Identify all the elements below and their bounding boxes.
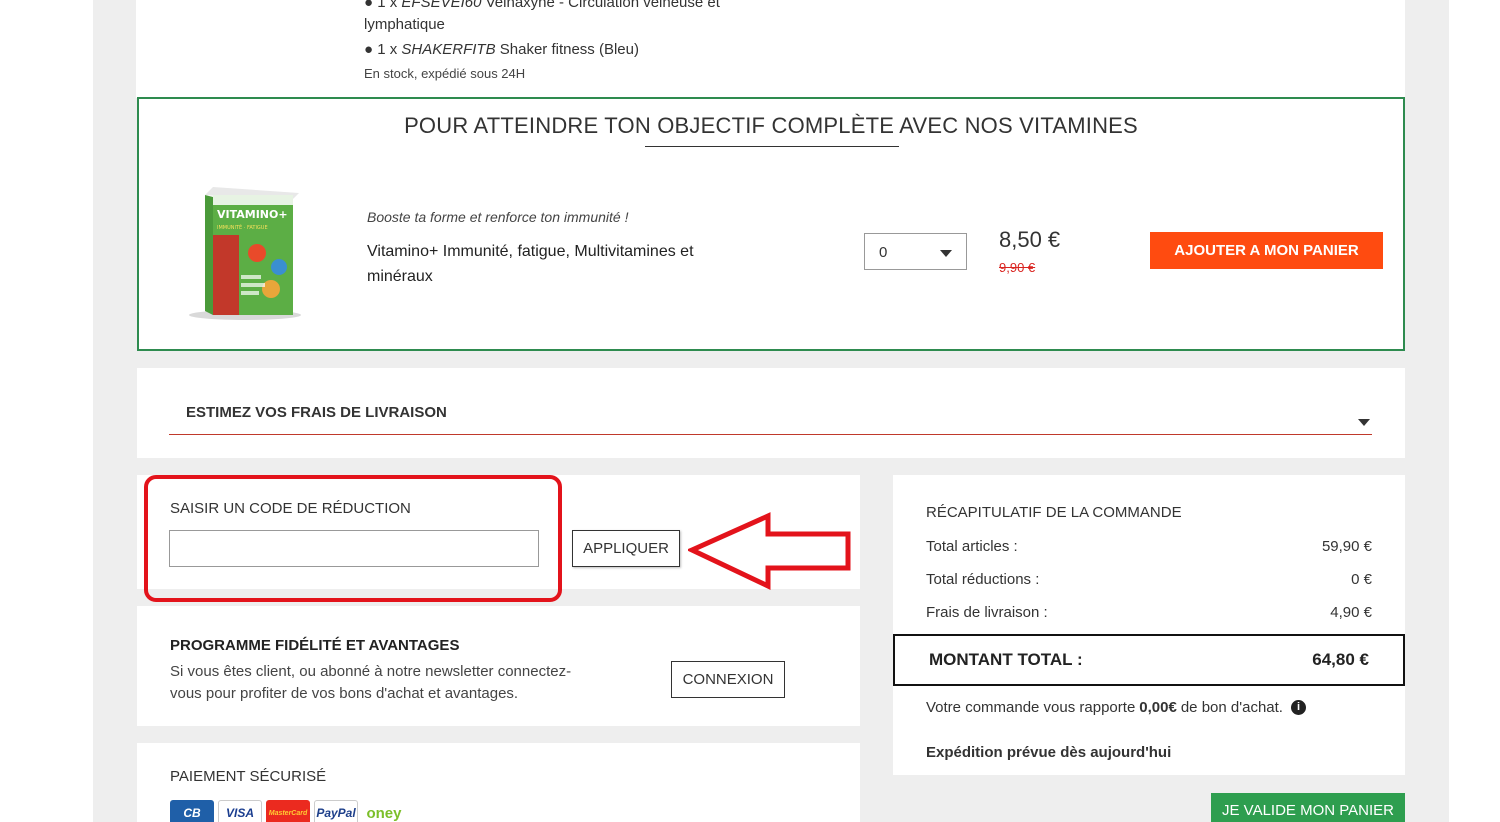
loyalty-card: PROGRAMME FIDÉLITÉ ET AVANTAGES Si vous … xyxy=(137,606,860,726)
quantity-value: 0 xyxy=(879,244,888,261)
summary-row: Frais de livraison : 4,90 € xyxy=(926,604,1372,621)
title-underline xyxy=(645,146,899,147)
cb-logo: CB xyxy=(170,800,214,822)
summary-title: RÉCAPITULATIF DE LA COMMANDE xyxy=(926,504,1182,521)
visa-logo: VISA xyxy=(218,800,262,822)
summary-row-label: Total réductions : xyxy=(926,571,1040,588)
arrow-annotation-icon xyxy=(688,512,851,590)
bundle-item-1-qty: ● 1 x xyxy=(364,0,402,11)
bundle-item-1-continued: lymphatique xyxy=(364,16,445,33)
bundle-item-2-qty: ● 1 x xyxy=(364,41,402,58)
summary-row-label: Frais de livraison : xyxy=(926,604,1048,621)
bundle-item-1-name: Veinaxyne - Circulation veineuse et xyxy=(481,0,720,11)
mastercard-logo: MasterCard xyxy=(266,800,310,822)
summary-row: Total réductions : 0 € xyxy=(926,571,1372,588)
loyalty-title: PROGRAMME FIDÉLITÉ ET AVANTAGES xyxy=(170,637,460,654)
summary-row-label: Total articles : xyxy=(926,538,1018,555)
reward-text: Votre commande vous rapporte 0,00€ de bo… xyxy=(926,699,1306,716)
validate-cart-button[interactable]: JE VALIDE MON PANIER xyxy=(1211,793,1405,822)
product-name[interactable]: Vitamino+ Immunité, fatigue, Multivitami… xyxy=(367,239,747,289)
total-amount-box: MONTANT TOTAL : 64,80 € xyxy=(893,634,1405,686)
price-current: 8,50 € xyxy=(999,227,1061,252)
shipping-estimate[interactable]: ESTIMEZ VOS FRAIS DE LIVRAISON xyxy=(137,368,1405,458)
price-old: 9,90 € xyxy=(999,260,1036,275)
bundle-item-2: ● 1 x SHAKERFITB Shaker fitness (Bleu) xyxy=(364,41,639,58)
payment-title: PAIEMENT SÉCURISÉ xyxy=(170,768,327,785)
info-icon[interactable]: i xyxy=(1290,700,1306,715)
add-to-cart-button[interactable]: AJOUTER A MON PANIER xyxy=(1150,232,1383,269)
shipping-underline xyxy=(169,434,1372,435)
order-summary: RÉCAPITULATIF DE LA COMMANDE Total artic… xyxy=(893,475,1405,775)
vitamins-upsell: POUR ATTEINDRE TON OBJECTIF COMPLÈTE AVE… xyxy=(137,97,1405,351)
bundle-item-2-name: Shaker fitness (Bleu) xyxy=(495,41,639,58)
bundle-card: ● 1 x EFSEVEI60 Veinaxyne - Circulation … xyxy=(136,0,1405,98)
chevron-down-icon xyxy=(940,250,952,257)
upsell-title: POUR ATTEINDRE TON OBJECTIF COMPLÈTE AVE… xyxy=(404,113,1138,138)
total-value: 64,80 € xyxy=(1312,650,1369,669)
reward-amount: 0,00€ xyxy=(1139,699,1177,716)
total-label: MONTANT TOTAL : xyxy=(929,650,1083,669)
chevron-down-icon[interactable] xyxy=(1358,419,1370,426)
apply-button[interactable]: APPLIQUER xyxy=(572,530,680,567)
reward-prefix: Votre commande vous rapporte xyxy=(926,699,1136,716)
bundle-item-1: ● 1 x EFSEVEI60 Veinaxyne - Circulation … xyxy=(364,0,720,11)
box-sub-text: IMMUNITÉ · FATIGUE xyxy=(217,223,268,231)
box-brand-text: VITAMINO+ xyxy=(217,208,288,221)
summary-row-value: 59,90 € xyxy=(1321,538,1372,555)
payment-logos: CB VISA MasterCard PayPal oney xyxy=(170,800,406,822)
paypal-logo: PayPal xyxy=(314,800,358,822)
bundle-item-2-code: SHAKERFITB xyxy=(401,41,496,58)
summary-row-value: 0 € xyxy=(1351,571,1372,588)
oney-logo: oney xyxy=(362,800,406,822)
loyalty-text: Si vous êtes client, ou abonné à notre n… xyxy=(170,663,572,702)
summary-row: Total articles : 59,90 € xyxy=(926,538,1372,555)
connect-button[interactable]: CONNEXION xyxy=(671,661,785,698)
stock-status: En stock, expédié sous 24H xyxy=(364,66,526,81)
summary-row-value: 4,90 € xyxy=(1330,604,1372,621)
reward-suffix: de bon d'achat. xyxy=(1180,699,1283,716)
quantity-select[interactable]: 0 xyxy=(864,233,967,270)
payment-card: PAIEMENT SÉCURISÉ CB VISA MasterCard Pay… xyxy=(137,743,860,822)
product-image[interactable]: VITAMINO+ IMMUNITÉ · FATIGUE xyxy=(183,187,301,321)
bundle-item-1-code: EFSEVEI60 xyxy=(401,0,482,11)
product-tagline: Booste ta forme et renforce ton immunité… xyxy=(367,209,629,225)
shipping-date: Expédition prévue dès aujourd'hui xyxy=(926,744,1172,761)
shipping-estimate-label: ESTIMEZ VOS FRAIS DE LIVRAISON xyxy=(186,404,447,421)
annotation-highlight-box xyxy=(144,475,562,602)
